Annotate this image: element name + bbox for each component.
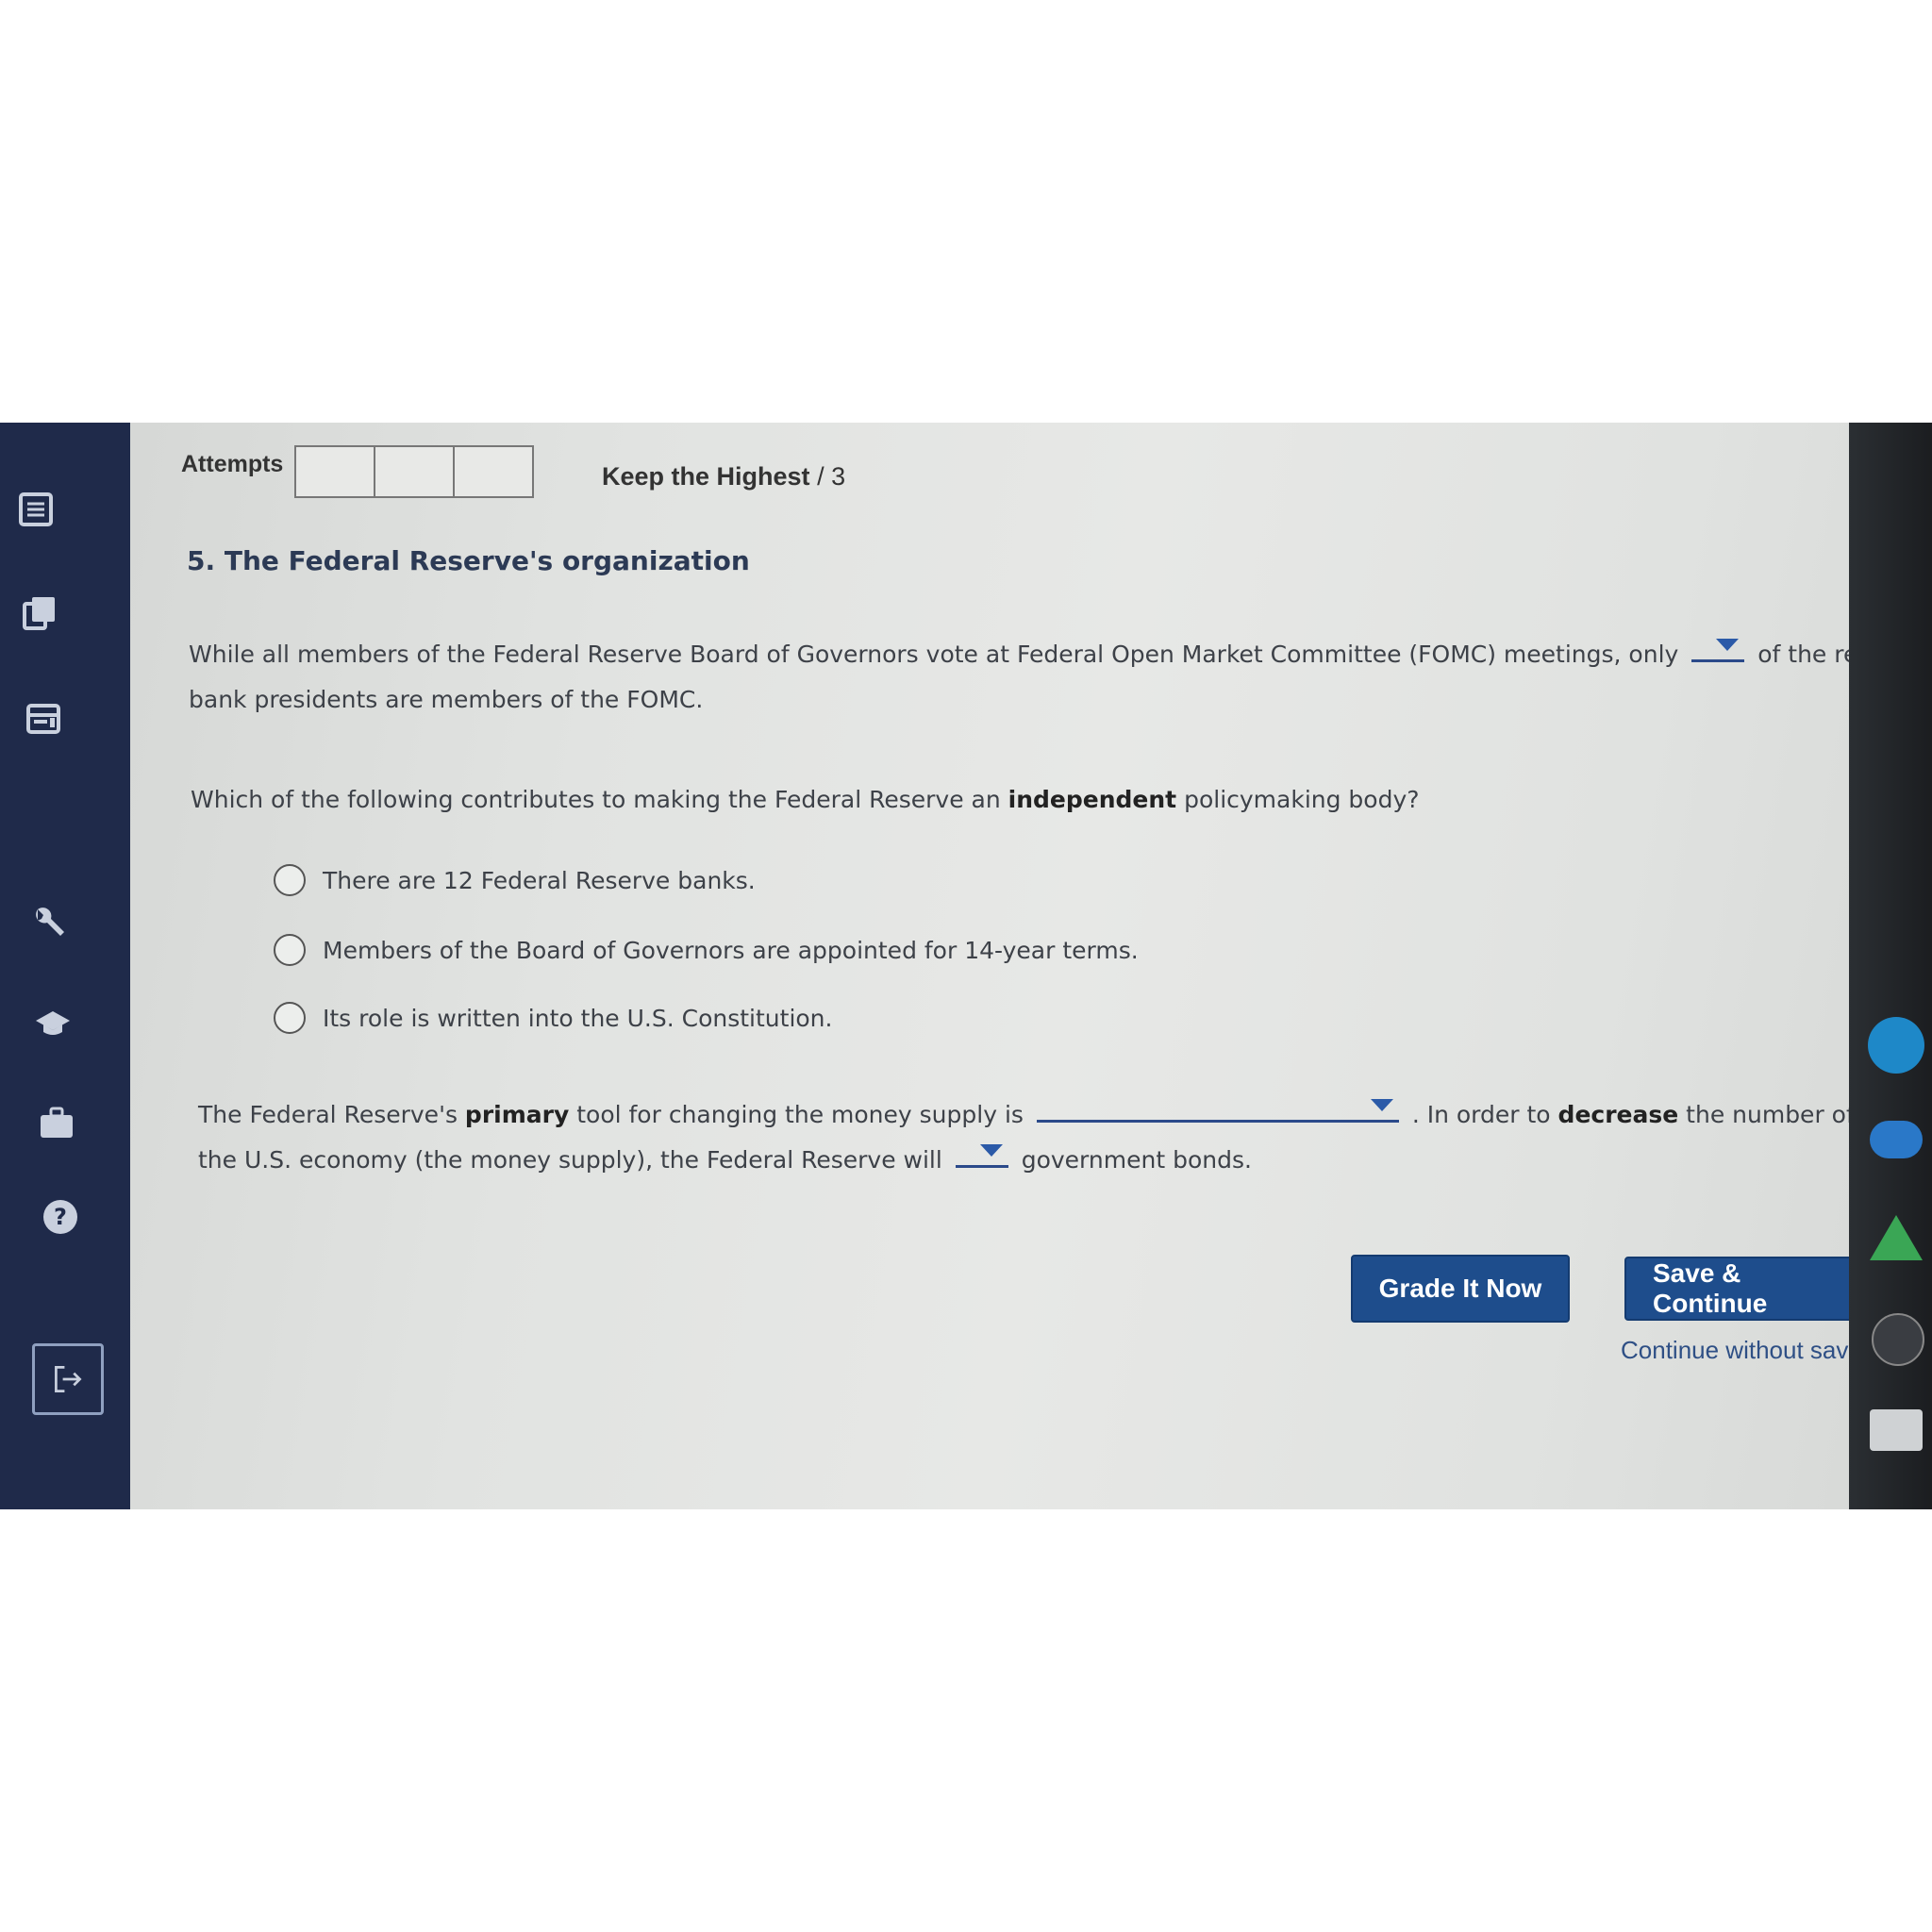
option-label: Its role is written into the U.S. Consti… bbox=[323, 1004, 833, 1032]
p1-line2: bank presidents are members of the FOMC. bbox=[189, 686, 704, 713]
p2-bold: independent bbox=[1008, 786, 1177, 813]
p3-line2-before: the U.S. economy (the money supply), the… bbox=[198, 1146, 942, 1174]
radio-button[interactable] bbox=[274, 864, 306, 896]
preview-icon[interactable] bbox=[1870, 1409, 1923, 1451]
grade-it-now-button[interactable]: Grade It Now bbox=[1351, 1255, 1570, 1323]
chevron-down-icon bbox=[979, 1144, 1003, 1157]
p3-text-mid: tool for changing the money supply is bbox=[576, 1101, 1024, 1128]
calendar-icon[interactable] bbox=[23, 698, 64, 740]
briefcase-icon[interactable] bbox=[36, 1102, 77, 1143]
desktop-dock bbox=[1849, 423, 1932, 1509]
attempts-label: Attempts bbox=[181, 451, 284, 477]
fomc-count-dropdown[interactable] bbox=[1691, 635, 1745, 662]
chevron-down-icon bbox=[1716, 639, 1740, 651]
sidebar: ? bbox=[0, 423, 130, 1509]
list-icon[interactable] bbox=[15, 489, 57, 530]
graduation-cap-icon[interactable] bbox=[32, 1002, 74, 1043]
radio-button[interactable] bbox=[274, 1002, 306, 1034]
books-icon[interactable] bbox=[19, 592, 60, 634]
grading-policy: Keep the Highest / 3 bbox=[602, 462, 845, 491]
independence-question: Which of the following contributes to ma… bbox=[191, 777, 1420, 823]
drive-icon[interactable] bbox=[1870, 1215, 1923, 1260]
svg-text:?: ? bbox=[54, 1204, 67, 1230]
p3-bold-decrease: decrease bbox=[1557, 1101, 1679, 1128]
continue-without-saving-link[interactable]: Continue without sav bbox=[1621, 1336, 1848, 1365]
option-12-banks[interactable]: There are 12 Federal Reserve banks. bbox=[274, 864, 756, 896]
p2-text-after: policymaking body? bbox=[1184, 786, 1420, 813]
option-constitution[interactable]: Its role is written into the U.S. Consti… bbox=[274, 1002, 832, 1034]
attempt-box bbox=[375, 447, 455, 496]
save-continue-button[interactable]: Save & Continue bbox=[1624, 1257, 1853, 1321]
screen-photo: ? Attempts Keep the Highest / 3 5. The F… bbox=[0, 423, 1932, 1509]
money-supply-paragraph: The Federal Reserve's primary tool for c… bbox=[198, 1092, 1919, 1183]
attempt-box bbox=[296, 447, 375, 496]
p3-bold-primary: primary bbox=[464, 1101, 570, 1128]
keep-highest-label: Keep the Highest bbox=[602, 462, 810, 491]
wrench-icon[interactable] bbox=[28, 902, 70, 943]
p1-text-before: While all members of the Federal Reserve… bbox=[189, 641, 1679, 668]
option-label: There are 12 Federal Reserve banks. bbox=[323, 866, 756, 894]
cloud-icon[interactable] bbox=[1870, 1121, 1923, 1158]
app-icon[interactable] bbox=[1868, 1017, 1924, 1074]
question-panel: Attempts Keep the Highest / 3 5. The Fed… bbox=[130, 423, 1930, 1509]
radio-button[interactable] bbox=[274, 934, 306, 966]
keep-highest-total: / 3 bbox=[817, 462, 846, 491]
option-14-year-terms[interactable]: Members of the Board of Governors are ap… bbox=[274, 934, 1139, 966]
chevron-down-icon bbox=[1370, 1099, 1393, 1111]
attempt-box bbox=[455, 447, 532, 496]
grade-app-icon[interactable] bbox=[1872, 1313, 1924, 1366]
p3-text-after: . In order to bbox=[1411, 1101, 1551, 1128]
primary-tool-dropdown[interactable] bbox=[1036, 1095, 1399, 1123]
logout-icon[interactable] bbox=[32, 1343, 104, 1415]
option-label: Members of the Board of Governors are ap… bbox=[323, 936, 1139, 964]
bond-action-dropdown[interactable] bbox=[955, 1141, 1008, 1168]
attempt-boxes bbox=[294, 445, 534, 498]
p2-text-before: Which of the following contributes to ma… bbox=[191, 786, 1001, 813]
help-icon[interactable]: ? bbox=[40, 1196, 81, 1238]
fomc-paragraph: While all members of the Federal Reserve… bbox=[189, 632, 1930, 723]
question-title: 5. The Federal Reserve's organization bbox=[187, 545, 750, 576]
p3-text-before: The Federal Reserve's bbox=[198, 1101, 458, 1128]
p3-line2-after: government bonds. bbox=[1021, 1146, 1252, 1174]
